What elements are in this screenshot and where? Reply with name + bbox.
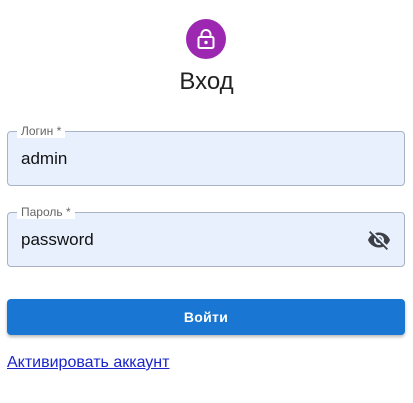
login-label: Логин *: [17, 124, 66, 138]
password-label: Пароль *: [17, 205, 75, 219]
login-input[interactable]: [21, 149, 351, 169]
lock-icon: [197, 29, 215, 49]
password-field[interactable]: Пароль *: [7, 205, 405, 267]
avatar: [186, 19, 226, 59]
activate-account-link[interactable]: Активировать аккаунт: [7, 353, 169, 373]
eye-off-icon[interactable]: [366, 227, 392, 253]
password-input[interactable]: [21, 230, 351, 250]
login-button[interactable]: Войти: [7, 299, 405, 335]
login-field[interactable]: Логин *: [7, 124, 405, 186]
login-page: Вход Логин * Пароль * Войти Активировать…: [0, 0, 413, 403]
page-title: Вход: [179, 68, 234, 95]
